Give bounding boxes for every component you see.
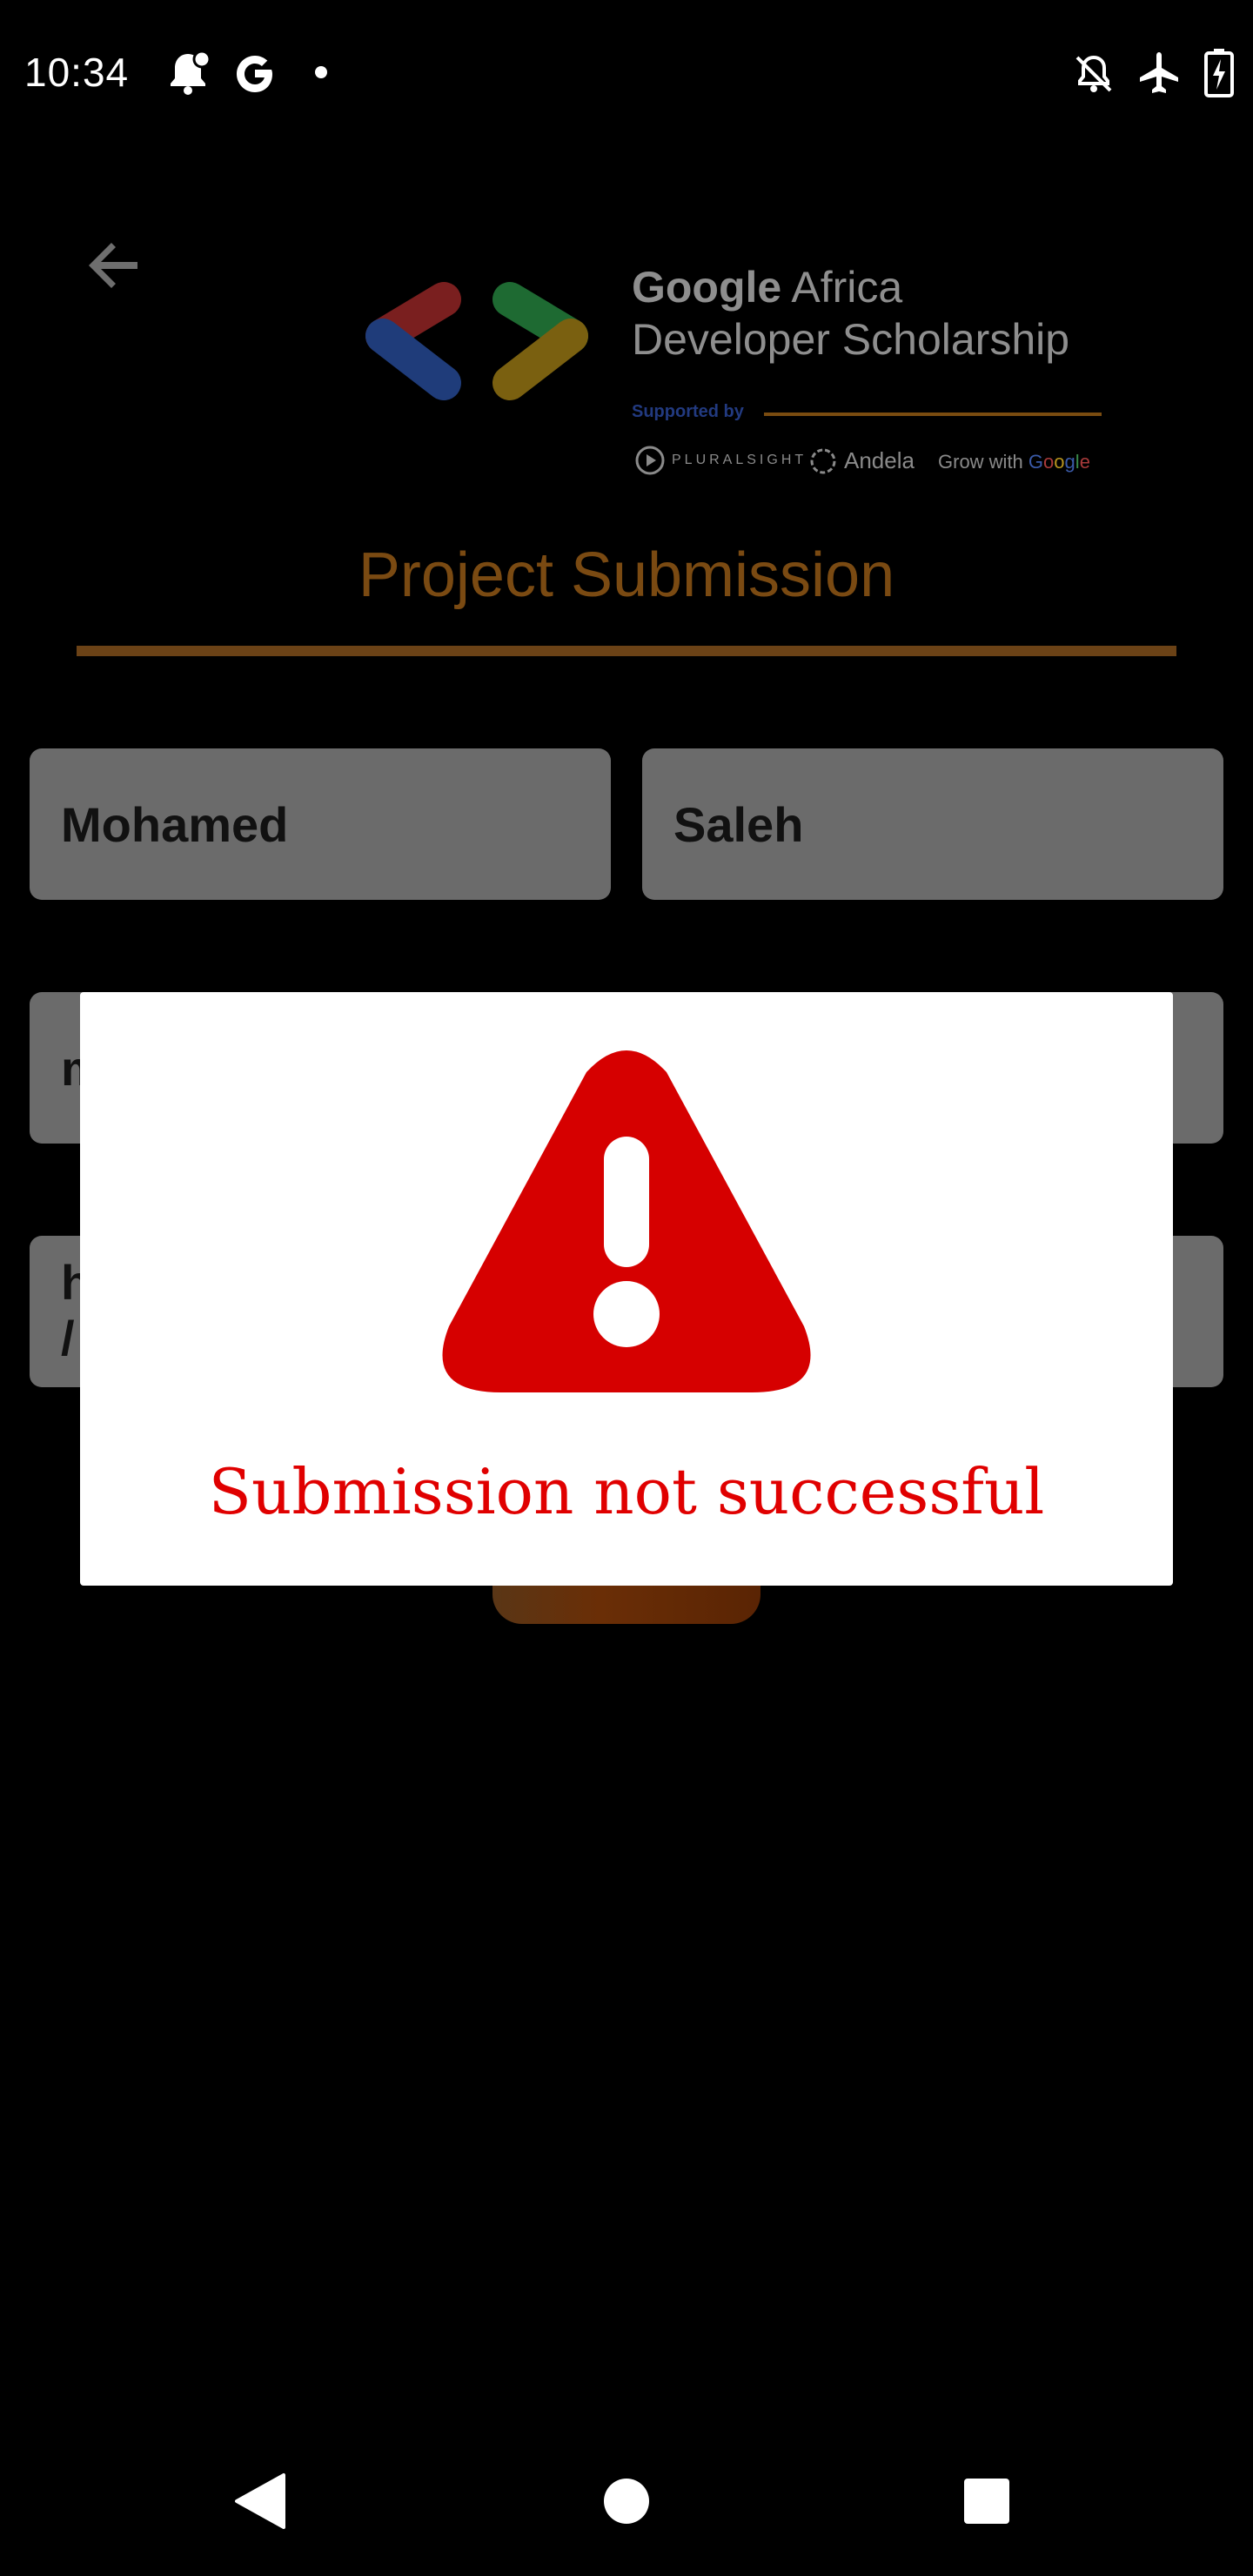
error-dialog[interactable]: Submission not successful bbox=[80, 992, 1173, 1586]
do-not-disturb-off-icon bbox=[1075, 55, 1112, 92]
supported-by-row: Supported by bbox=[632, 402, 1102, 426]
status-time: 10:34 bbox=[24, 50, 130, 95]
status-bar: 10:34 bbox=[0, 0, 1253, 150]
google-g-icon bbox=[237, 56, 272, 92]
supported-by-divider bbox=[764, 413, 1102, 416]
first-name-field[interactable]: Mohamed bbox=[30, 748, 611, 900]
supported-by-label: Supported by bbox=[632, 402, 744, 421]
nav-back-icon[interactable] bbox=[233, 2472, 287, 2531]
grow-google-letter: g bbox=[1064, 451, 1075, 473]
airplane-mode-icon bbox=[1140, 52, 1178, 93]
logo-line2: Developer Scholarship bbox=[632, 315, 1070, 364]
title-underline bbox=[77, 646, 1176, 656]
battery-charging-icon bbox=[1204, 49, 1234, 97]
andela-label: Andela bbox=[844, 447, 915, 473]
logo-africa-word: Africa bbox=[781, 263, 903, 312]
warning-triangle-icon bbox=[442, 1050, 811, 1392]
dot-icon bbox=[315, 66, 327, 78]
screen: 10:34 Google Africa Developer Scholarshi… bbox=[0, 0, 1253, 2576]
grow-google-letter: o bbox=[1054, 451, 1065, 473]
dialog-message: Submission not successful bbox=[208, 1455, 1045, 1528]
pluralsight-icon bbox=[635, 446, 665, 475]
grow-google-letter: e bbox=[1079, 451, 1090, 473]
arrow-back-icon[interactable] bbox=[84, 233, 146, 296]
logo-line1: Google Africa bbox=[632, 261, 1119, 313]
pluralsight-label: PLURALSIGHT bbox=[672, 453, 807, 467]
nav-home-icon[interactable] bbox=[604, 2479, 649, 2524]
grow-with-google-label: Grow with Google bbox=[938, 451, 1090, 473]
andela-icon bbox=[810, 448, 836, 474]
logo-text: Google Africa Developer Scholarship bbox=[632, 261, 1119, 366]
notification-bell-icon bbox=[171, 50, 211, 95]
logo-google-word: Google bbox=[632, 263, 782, 312]
page-title: Project Submission bbox=[358, 540, 895, 610]
grow-google-letter: o bbox=[1043, 451, 1055, 473]
grow-with-prefix: Grow with bbox=[938, 451, 1029, 473]
grow-google-letter: G bbox=[1028, 451, 1044, 473]
partners-row: PLURALSIGHT Andela Grow with Google bbox=[632, 444, 1102, 479]
nav-recents-icon[interactable] bbox=[964, 2479, 1009, 2524]
last-name-field[interactable]: Saleh bbox=[642, 748, 1223, 900]
gads-logo-icon bbox=[365, 282, 588, 400]
